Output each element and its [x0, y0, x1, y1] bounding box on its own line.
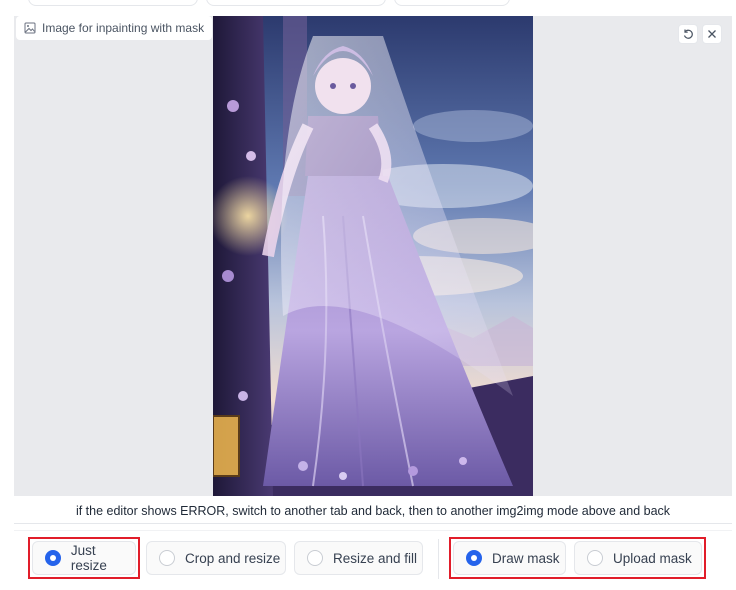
- radio-label: Crop and resize: [185, 550, 281, 566]
- radio-label: Upload mask: [613, 550, 692, 566]
- radio-unchecked-icon: [159, 550, 175, 566]
- radio-resize-and-fill[interactable]: Resize and fill: [294, 541, 423, 575]
- radio-label: Resize and fill: [333, 550, 418, 566]
- radio-checked-icon: [45, 550, 61, 566]
- radio-unchecked-icon: [587, 550, 603, 566]
- top-button-2[interactable]: [206, 0, 386, 6]
- mode-controls: Just resize Crop and resize Resize and f…: [14, 530, 732, 586]
- clear-image-button[interactable]: [702, 24, 722, 44]
- radio-draw-mask[interactable]: Draw mask: [453, 541, 566, 575]
- top-button-1[interactable]: [28, 0, 198, 6]
- radio-crop-and-resize[interactable]: Crop and resize: [146, 541, 286, 575]
- radio-checked-icon: [466, 550, 482, 566]
- image-tools: [678, 24, 722, 44]
- radio-unchecked-icon: [307, 550, 323, 566]
- anime-girl-wedding-dress-image: [213, 16, 533, 496]
- close-icon: [708, 30, 716, 38]
- top-button-3[interactable]: [394, 0, 510, 6]
- group-divider: [438, 539, 439, 579]
- radio-label: Just resize: [70, 543, 107, 573]
- image-label: Image for inpainting with mask: [16, 16, 213, 40]
- inpaint-canvas[interactable]: [213, 16, 533, 496]
- editor-hint: if the editor shows ERROR, switch to ano…: [14, 498, 732, 524]
- radio-label: Draw mask: [492, 550, 560, 566]
- image-icon: [24, 22, 36, 34]
- radio-upload-mask[interactable]: Upload mask: [574, 541, 702, 575]
- undo-button[interactable]: [678, 24, 698, 44]
- undo-icon: [683, 29, 693, 39]
- radio-just-resize[interactable]: Just resize: [32, 541, 136, 575]
- image-label-text: Image for inpainting with mask: [42, 21, 205, 35]
